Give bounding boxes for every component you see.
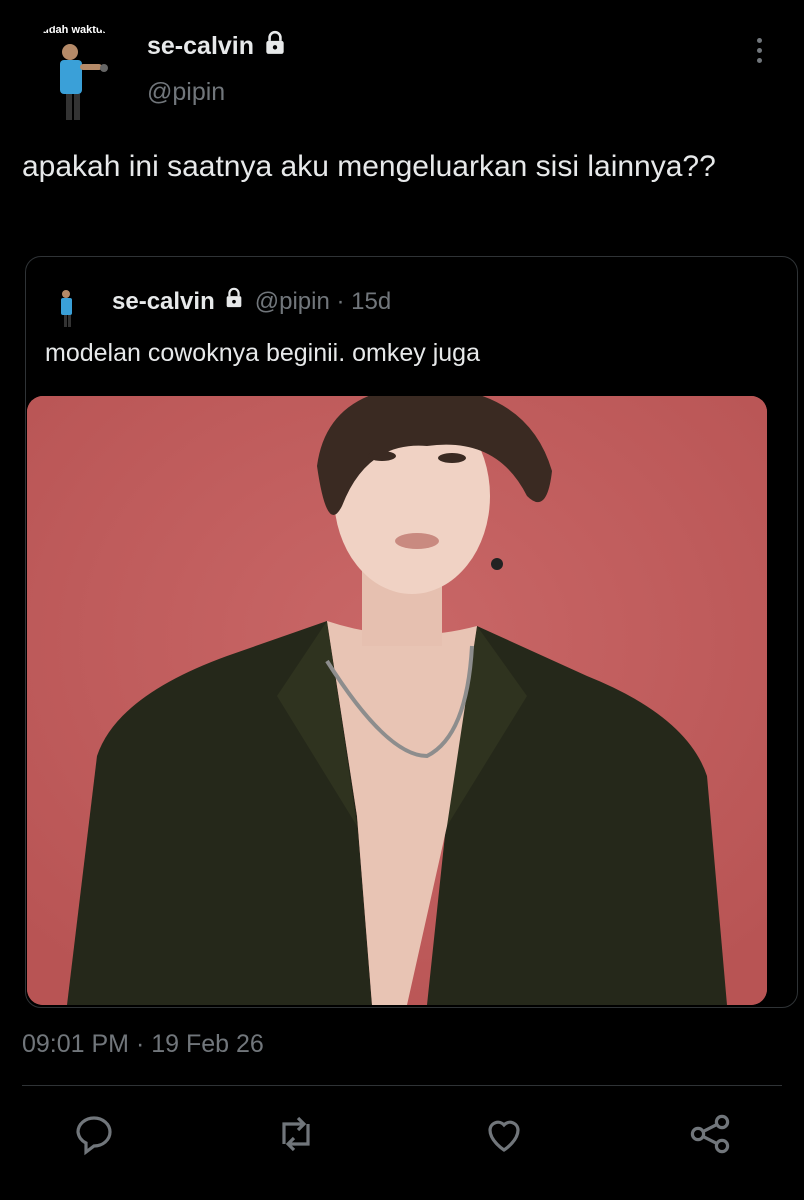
retweet-icon[interactable]: [272, 1110, 320, 1158]
avatar-figure: [60, 44, 108, 120]
divider: [22, 1085, 782, 1086]
more-options-icon[interactable]: [752, 38, 766, 68]
quoted-avatar-figure: [61, 290, 72, 327]
author-avatar[interactable]: sudah waktunya: [22, 22, 126, 126]
lock-icon: [223, 287, 245, 316]
quoted-photo[interactable]: [27, 396, 767, 1005]
quoted-tweet[interactable]: se-calvin @pipin · 15d modelan cowoknya …: [25, 256, 798, 1008]
quoted-header: se-calvin @pipin · 15d: [112, 287, 391, 316]
tweet-text: apakah ini saatnya aku mengeluarkan sisi…: [22, 150, 716, 183]
reply-icon[interactable]: [70, 1110, 118, 1158]
photo-illustration: [27, 396, 767, 1005]
action-bar: [0, 1110, 804, 1166]
quoted-display-name[interactable]: se-calvin: [112, 288, 215, 316]
share-icon[interactable]: [686, 1110, 734, 1158]
tweet-timestamp[interactable]: 09:01 PM · 19 Feb 26: [22, 1030, 264, 1059]
lock-icon: [262, 30, 288, 63]
author-display-name: se-calvin: [147, 32, 255, 60]
avatar-caption: sudah waktunya: [36, 24, 122, 36]
quoted-text: modelan cowoknya beginii. omkey juga: [45, 339, 480, 367]
author-name[interactable]: se-calvin: [147, 30, 288, 63]
author-handle[interactable]: @pipin: [147, 78, 225, 107]
quoted-handle-time[interactable]: @pipin · 15d: [255, 288, 391, 316]
heart-icon[interactable]: [480, 1110, 528, 1158]
quoted-author-avatar[interactable]: [44, 279, 94, 329]
